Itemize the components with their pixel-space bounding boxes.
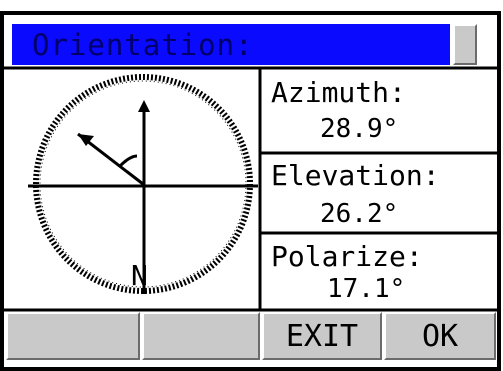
soft-button-1[interactable] [6,312,140,360]
angle-arc [118,154,138,168]
compass-dial: N [28,74,258,294]
readout-azimuth: Azimuth: 28.9° [262,70,499,152]
north-arrow-icon [138,100,150,112]
readout-elevation: Elevation: 26.2° [262,155,499,233]
azimuth-value: 28.9° [320,114,399,144]
elevation-label: Elevation: [271,159,440,192]
polarize-value: 17.1° [327,274,406,304]
title-bar: Orientation: [12,24,450,65]
exit-button[interactable]: EXIT [262,312,382,360]
azimuth-label: Azimuth: [271,76,406,109]
menu-button[interactable] [453,24,477,65]
window-title: Orientation: [32,28,254,62]
readout-polarize: Polarize: 17.1° [262,236,499,310]
polarize-label: Polarize: [271,240,423,273]
north-label: N [131,259,148,292]
ok-button[interactable]: OK [384,312,496,360]
elevation-value: 26.2° [320,199,399,229]
soft-button-2[interactable] [142,312,260,360]
